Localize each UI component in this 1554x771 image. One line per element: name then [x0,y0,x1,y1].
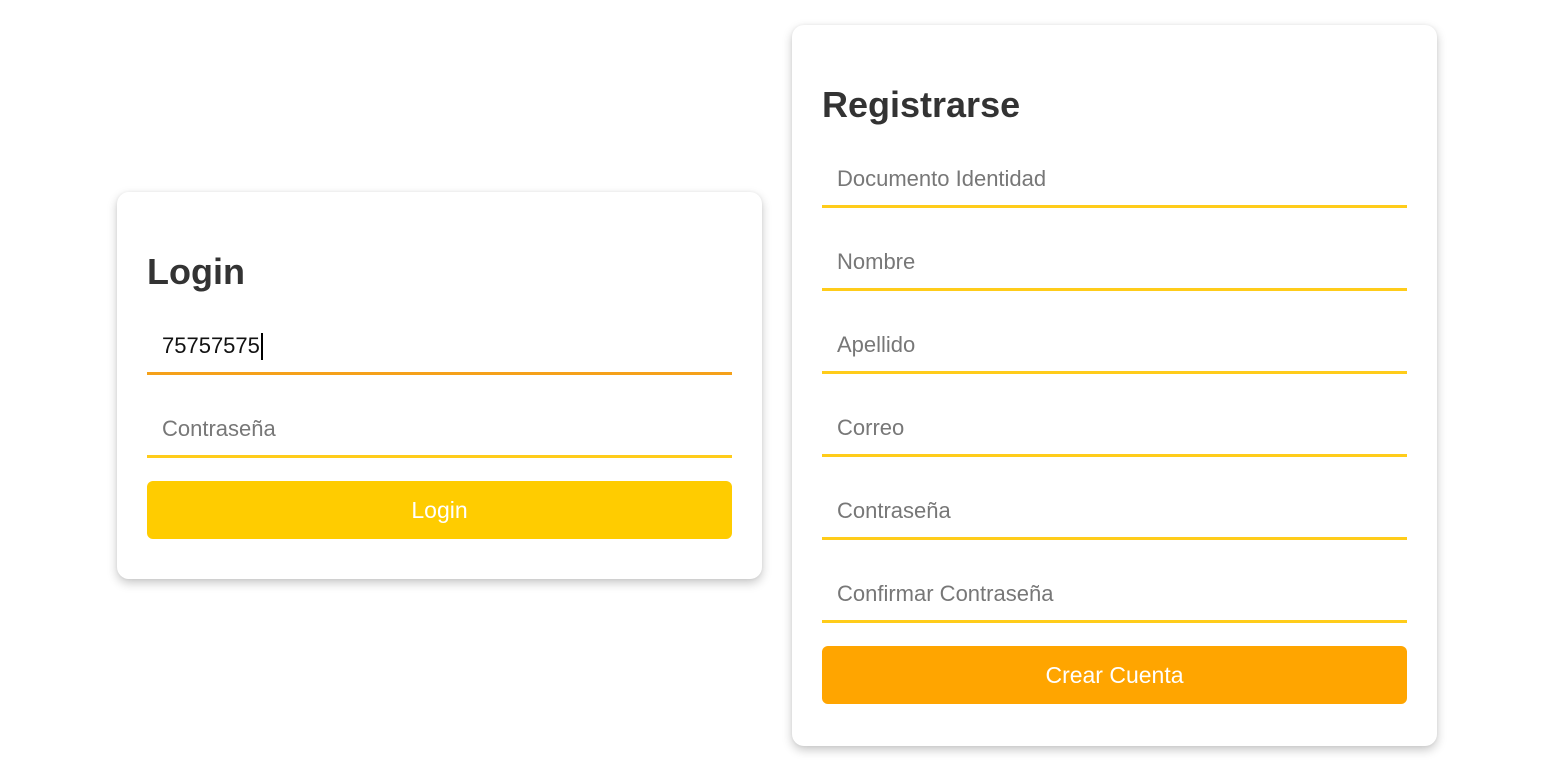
register-email-field [822,397,1407,457]
register-title: Registrarse [822,84,1021,125]
login-password-field [147,398,732,458]
login-button[interactable]: Login [147,481,732,539]
login-card: Login Login [117,192,762,579]
register-lastname-input[interactable] [822,314,1407,371]
register-lastname-field [822,314,1407,374]
register-confirm-password-field [822,563,1407,623]
create-account-button[interactable]: Crear Cuenta [822,646,1407,704]
register-confirm-password-input[interactable] [822,563,1407,620]
register-document-field [822,148,1407,208]
login-title: Login [147,251,245,292]
register-card: Registrarse Crear Cuenta [792,25,1437,746]
text-caret [260,333,263,360]
register-email-input[interactable] [822,397,1407,454]
login-document-field [147,315,732,375]
register-password-field [822,480,1407,540]
register-name-field [822,231,1407,291]
login-password-input[interactable] [147,398,732,455]
login-document-input[interactable] [147,315,732,372]
register-document-input[interactable] [822,148,1407,205]
register-password-input[interactable] [822,480,1407,537]
register-name-input[interactable] [822,231,1407,288]
